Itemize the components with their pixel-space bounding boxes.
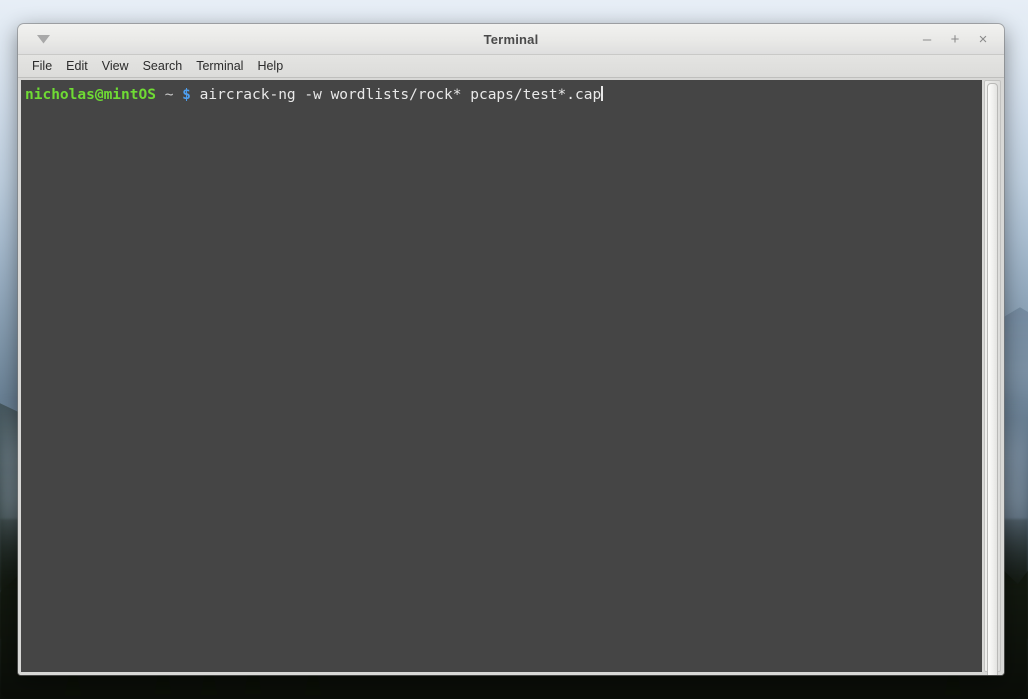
window-titlebar[interactable]: Terminal – + × [18,24,1004,55]
menu-item-help[interactable]: Help [250,57,290,75]
menu-item-edit[interactable]: Edit [59,57,95,75]
terminal-screen[interactable]: nicholas@mintOS ~ $ aircrack-ng -w wordl… [21,80,982,672]
maximize-button[interactable]: + [942,26,968,52]
prompt-user-host: nicholas@mintOS [25,87,156,103]
minimize-button[interactable]: – [914,26,940,52]
menu-item-file[interactable]: File [25,57,59,75]
terminal-body: nicholas@mintOS ~ $ aircrack-ng -w wordl… [18,78,1004,675]
command-space [191,87,200,103]
desktop: Terminal – + × File Edit View Search Ter… [0,0,1028,699]
terminal-command: aircrack-ng -w wordlists/rock* pcaps/tes… [199,87,602,103]
menu-item-terminal[interactable]: Terminal [189,57,250,75]
close-button[interactable]: × [970,26,996,52]
text-cursor [601,86,603,101]
terminal-prompt-line: nicholas@mintOS ~ $ aircrack-ng -w wordl… [23,86,982,105]
prompt-symbol: $ [182,87,191,103]
chevron-down-icon[interactable] [30,24,56,54]
scrollbar-thumb[interactable] [987,83,998,675]
menu-item-view[interactable]: View [95,57,136,75]
window-title: Terminal [483,31,539,47]
window-controls: – + × [914,24,996,54]
menu-bar: File Edit View Search Terminal Help [18,55,1004,78]
terminal-window[interactable]: Terminal – + × File Edit View Search Ter… [18,24,1004,675]
menu-item-search[interactable]: Search [136,57,190,75]
prompt-path [156,87,165,103]
terminal-scrollbar[interactable] [984,80,1001,675]
